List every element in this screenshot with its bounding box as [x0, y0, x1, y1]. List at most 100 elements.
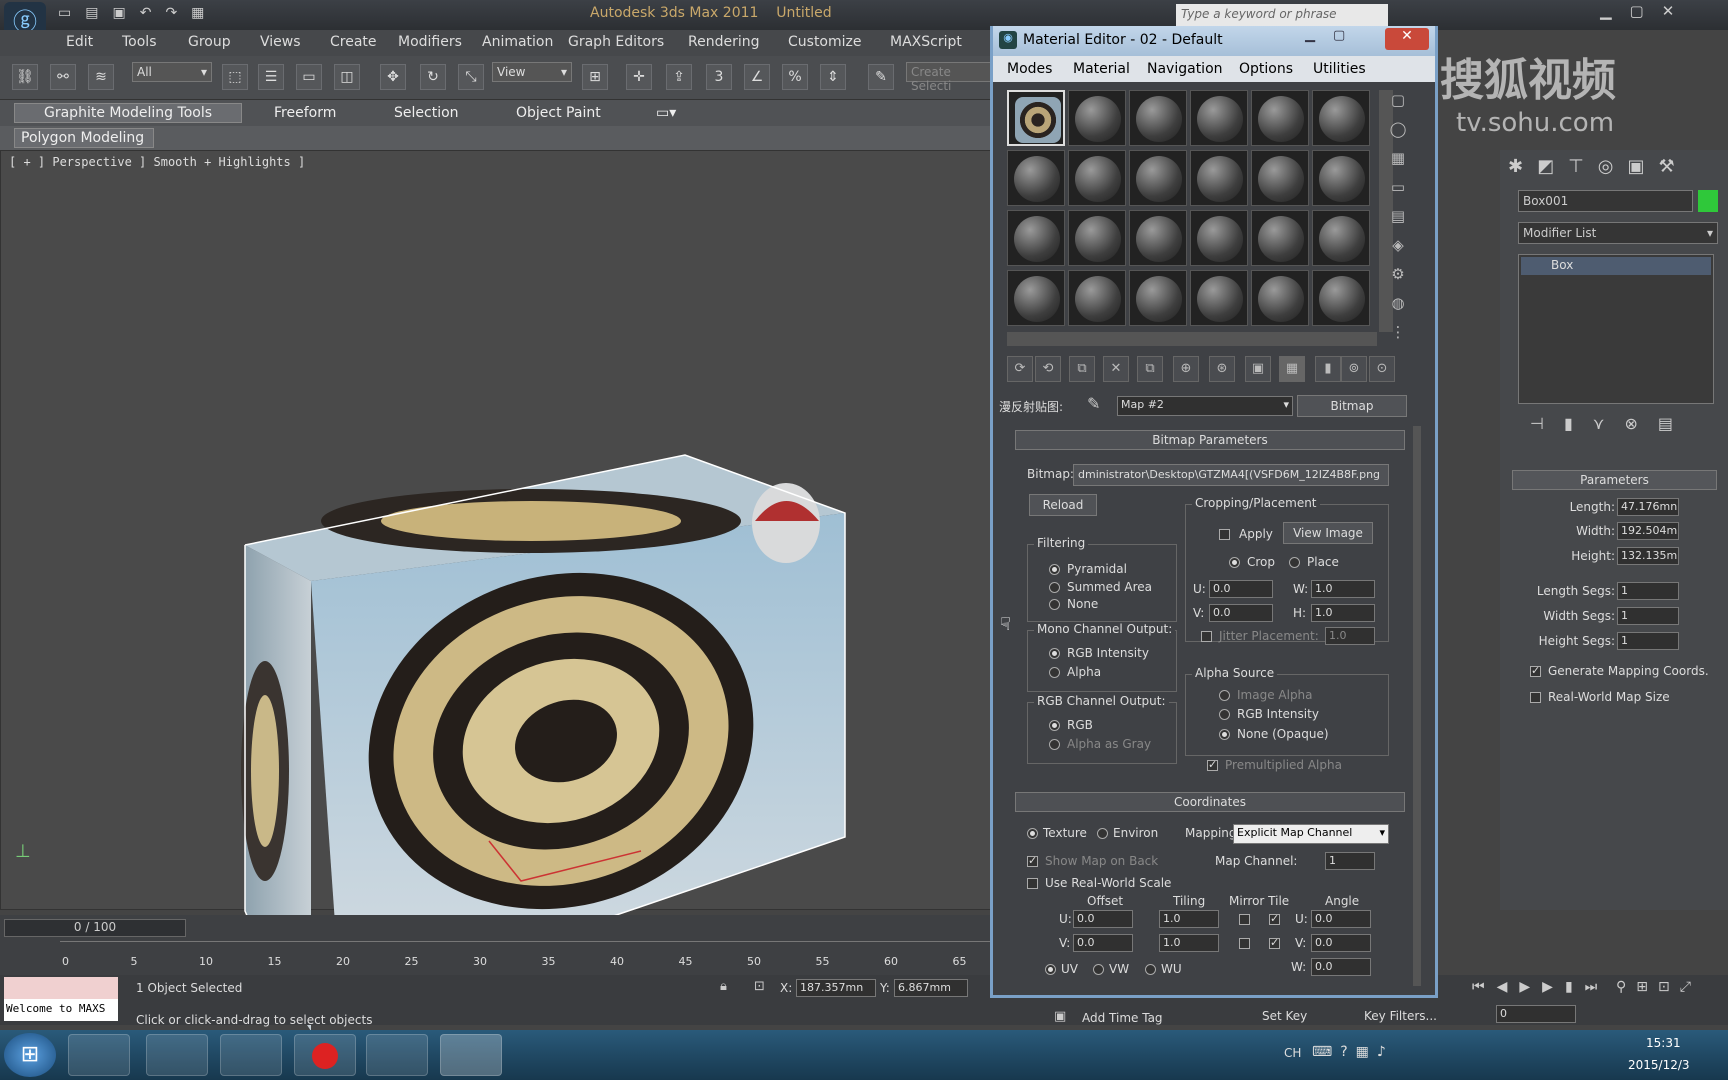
assign-to-selection-icon[interactable]: ⧉ [1069, 356, 1095, 382]
selection-filter-dropdown[interactable]: All ▾ [132, 62, 212, 82]
motion-tab-icon[interactable]: ◎ [1598, 156, 1628, 177]
taskbar-browser-icon[interactable] [68, 1034, 130, 1076]
material-sample-slot[interactable] [1190, 270, 1248, 326]
show-end-result-icon[interactable]: ▮ [1564, 414, 1593, 433]
crop-h-field[interactable]: 1.0 [1311, 604, 1375, 622]
material-sample-slot[interactable] [1312, 270, 1370, 326]
window-crossing-icon[interactable]: ◫ [334, 64, 360, 90]
play-icon[interactable]: ▶ [1519, 979, 1542, 995]
material-sample-slot[interactable] [1068, 210, 1126, 266]
save-icon[interactable]: ▣ [112, 5, 139, 21]
tab-selection[interactable]: Selection [394, 105, 459, 121]
named-selection-field[interactable]: Create Selecti [906, 62, 996, 93]
menu-views[interactable]: Views [260, 34, 301, 50]
crop-radio[interactable] [1229, 557, 1240, 568]
slots-hscrollbar[interactable] [1007, 332, 1377, 346]
mono-rgb-radio[interactable] [1049, 648, 1060, 659]
gen-mapping-checkbox[interactable] [1530, 664, 1541, 677]
mw-close-icon[interactable]: ✕ [1385, 28, 1429, 50]
go-to-end-icon[interactable]: ⏭ [1585, 979, 1610, 995]
hierarchy-tab-icon[interactable]: ⊤ [1568, 156, 1598, 177]
material-sample-slot[interactable] [1251, 270, 1309, 326]
minimize-icon[interactable]: ▁ [1600, 2, 1630, 20]
uv-radio[interactable] [1045, 964, 1056, 975]
texture-radio[interactable] [1027, 828, 1038, 839]
taskbar-ie-icon[interactable] [220, 1034, 282, 1076]
input-language[interactable]: CH [1284, 1046, 1301, 1060]
stack-item-box[interactable]: Box [1521, 257, 1711, 275]
bind-space-warp-icon[interactable]: ≋ [88, 64, 114, 90]
mw-maximize-icon[interactable]: ▢ [1333, 28, 1363, 43]
go-forward-sibling-icon[interactable]: ⊙ [1369, 356, 1395, 382]
select-object-icon[interactable]: ⬚ [222, 64, 248, 90]
param-width-segs-field[interactable]: 1 [1617, 607, 1679, 625]
taskbar-3dsmax-icon[interactable] [440, 1034, 502, 1076]
param-length-segs-field[interactable]: 1 [1617, 582, 1679, 600]
make-unique-mat-icon[interactable]: ⊕ [1173, 356, 1199, 382]
material-sample-slot[interactable] [1068, 90, 1126, 146]
undo-icon[interactable]: ↶ [140, 5, 166, 21]
material-sample-slot[interactable] [1190, 150, 1248, 206]
maxscript-listener-pink[interactable] [4, 977, 118, 999]
mw-menu-utilities[interactable]: Utilities [1313, 61, 1366, 77]
go-to-parent-icon[interactable]: ⊚ [1341, 356, 1367, 382]
v-angle-field[interactable]: 0.0 [1311, 934, 1371, 952]
vw-radio[interactable] [1093, 964, 1104, 975]
param-height-field[interactable]: 132.135m [1617, 547, 1679, 565]
material-sample-slot[interactable] [1007, 90, 1065, 146]
param-height-segs-field[interactable]: 1 [1617, 632, 1679, 650]
object-name-field[interactable]: Box001 [1518, 190, 1693, 212]
view-image-button[interactable]: View Image [1283, 522, 1373, 544]
material-sample-slot[interactable] [1312, 150, 1370, 206]
parameters-rollout-header[interactable]: Parameters [1512, 470, 1717, 490]
jitter-field[interactable]: 1.0 [1325, 627, 1375, 645]
options-icon[interactable]: ⚙ [1383, 260, 1413, 289]
put-to-scene-icon[interactable]: ⟲ [1035, 356, 1061, 382]
menu-modifiers[interactable]: Modifiers [398, 34, 462, 50]
material-sample-slot[interactable] [1068, 150, 1126, 206]
filter-pyramidal-radio[interactable] [1049, 564, 1060, 575]
keyboard-icon[interactable]: ⌨ [1312, 1044, 1340, 1060]
tab-object-paint[interactable]: Object Paint [516, 105, 601, 121]
tab-graphite-modeling-tools[interactable]: Graphite Modeling Tools [44, 105, 212, 121]
reference-coord-dropdown[interactable]: View ▾ [492, 62, 572, 82]
alpha-gray-radio[interactable] [1049, 739, 1060, 750]
apply-checkbox[interactable] [1219, 529, 1230, 540]
show-map-back-checkbox[interactable] [1027, 854, 1038, 867]
select-manipulate-icon[interactable]: ✛ [626, 64, 652, 90]
alpha-rgb-radio[interactable] [1219, 709, 1230, 720]
premult-checkbox[interactable] [1207, 758, 1218, 771]
put-to-library-icon[interactable]: ⊛ [1209, 356, 1235, 382]
crop-v-field[interactable]: 0.0 [1209, 604, 1273, 622]
next-frame-icon[interactable]: ▶▮ [1542, 979, 1584, 995]
new-file-icon[interactable]: ▭ [58, 5, 85, 21]
taskbar-folder-icon[interactable] [146, 1034, 208, 1076]
material-sample-slot[interactable] [1312, 90, 1370, 146]
current-frame-field[interactable]: 0 [1496, 1005, 1576, 1023]
lock-selection-icon[interactable]: 🔒︎ [720, 979, 727, 994]
material-id-icon[interactable]: ▣ [1245, 356, 1271, 382]
project-folder-icon[interactable]: ▦ [191, 5, 218, 21]
maximize-icon[interactable]: ▢ [1630, 2, 1662, 20]
move-icon[interactable]: ✥ [380, 64, 406, 90]
bitmap-params-header[interactable]: Bitmap Parameters [1015, 430, 1405, 450]
u-tile-checkbox[interactable] [1269, 912, 1280, 925]
configure-sets-icon[interactable]: ▤ [1658, 414, 1693, 433]
network-icon[interactable]: ▦ [1356, 1044, 1377, 1060]
zoom-extents-icon[interactable]: ⊡ [1658, 979, 1680, 995]
unlink-icon[interactable]: ⚯ [50, 64, 76, 90]
material-sample-slot[interactable] [1129, 210, 1187, 266]
alpha-none-radio[interactable] [1219, 729, 1230, 740]
filter-none-radio[interactable] [1049, 599, 1060, 610]
get-material-icon[interactable]: ⟳ [1007, 356, 1033, 382]
start-button-icon[interactable]: ⊞ [4, 1033, 56, 1077]
material-sample-slot[interactable] [1007, 270, 1065, 326]
place-radio[interactable] [1289, 557, 1300, 568]
rect-selection-icon[interactable]: ▭ [296, 64, 322, 90]
reset-map-icon[interactable]: ✕ [1103, 356, 1129, 382]
menu-animation[interactable]: Animation [482, 34, 553, 50]
v-tile-checkbox[interactable] [1269, 936, 1280, 949]
modify-tab-icon[interactable]: ◩ [1537, 156, 1568, 177]
absolute-mode-icon[interactable]: ⊡ [754, 979, 765, 994]
taskbar-record-icon[interactable] [294, 1034, 356, 1076]
